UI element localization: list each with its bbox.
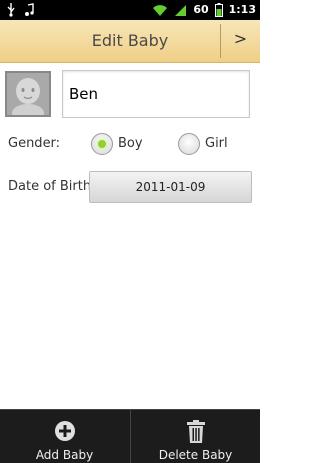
wifi-icon [152, 3, 168, 17]
date-of-birth-button[interactable]: 2011-01-09 [89, 171, 252, 203]
music-icon [24, 3, 34, 17]
delete-baby-button[interactable]: Delete Baby [130, 410, 260, 463]
add-baby-button[interactable]: Add Baby [0, 410, 129, 463]
plus-circle-icon [54, 420, 76, 446]
delete-baby-label: Delete Baby [158, 448, 233, 462]
gender-girl-label[interactable]: Girl [205, 136, 228, 151]
battery-percent: 60 [193, 3, 209, 16]
gender-girl-radio[interactable] [178, 133, 200, 155]
usb-icon [6, 3, 16, 17]
clock: 1:13 [228, 3, 256, 16]
status-bar: 60 1:13 [0, 0, 260, 20]
next-button[interactable]: > [220, 24, 260, 58]
baby-name-input[interactable] [69, 77, 243, 111]
gender-label: Gender: [8, 136, 61, 151]
edit-baby-screen: 60 1:13 Edit Baby > Ben Gender: Boy Girl… [0, 0, 260, 463]
trash-icon [186, 420, 206, 448]
radio-selected-indicator [98, 140, 106, 148]
gender-boy-label[interactable]: Boy [118, 136, 143, 151]
bottom-action-bar: Add Baby Delete Baby [0, 409, 260, 463]
date-of-birth-label: Date of Birth: [8, 179, 96, 194]
battery-icon [214, 3, 223, 17]
baby-avatar[interactable] [5, 71, 51, 117]
baby-avatar-icon [7, 73, 49, 115]
baby-name-field[interactable] [62, 70, 250, 118]
signal-icon [174, 3, 187, 17]
title-bar: Edit Baby > [0, 20, 260, 63]
add-baby-label: Add Baby [35, 448, 94, 462]
gender-boy-radio[interactable] [91, 133, 113, 155]
